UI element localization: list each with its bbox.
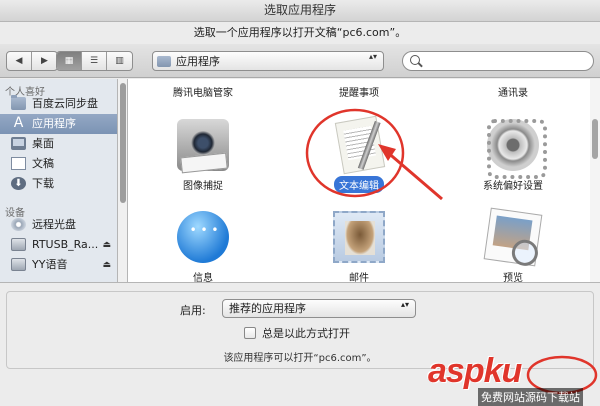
- enable-select[interactable]: 推荐的应用程序 ▴▾: [222, 299, 416, 318]
- sidebar-item-label: YY语音: [32, 258, 68, 271]
- sidebar-item-downloads[interactable]: ⬇ 下载: [0, 174, 117, 194]
- desktop-icon: [11, 137, 26, 150]
- search-icon: [410, 55, 420, 65]
- sidebar-item-label: 远程光盘: [32, 218, 76, 231]
- applications-icon: A: [13, 115, 24, 131]
- documents-icon: [11, 157, 26, 170]
- drive-icon: [11, 238, 26, 251]
- window-title: 选取应用程序: [0, 0, 600, 22]
- folder-icon: [11, 95, 26, 110]
- annotation-arrow-line: [385, 149, 443, 201]
- sidebar-scrollbar[interactable]: [118, 79, 128, 282]
- sidebar-item-yy[interactable]: YY语音 ⏏: [0, 255, 117, 275]
- downloads-icon: ⬇: [11, 177, 26, 190]
- sidebar: 个人喜好 百度云同步盘 A 应用程序 桌面 文稿 ⬇ 下载 设备 远程光盘 RT…: [0, 79, 118, 282]
- browser-scrollbar[interactable]: [590, 79, 600, 282]
- forward-button[interactable]: ▶: [32, 52, 57, 70]
- sidebar-item-label: 文稿: [32, 157, 54, 170]
- always-open-checkbox[interactable]: [244, 327, 256, 339]
- drive-icon: [11, 258, 26, 271]
- location-popup[interactable]: 应用程序 ▴▾: [152, 51, 384, 71]
- popup-arrows-icon: ▴▾: [400, 300, 409, 309]
- always-open-label: 总是以此方式打开: [262, 327, 350, 340]
- sidebar-item-baidu[interactable]: 百度云同步盘: [0, 94, 117, 114]
- app-browser: 腾讯电脑管家 提醒事项 通讯录 图像捕捉 文本编辑 系统偏好设置 信息 邮件 预…: [128, 79, 590, 282]
- eject-icon[interactable]: ⏏: [102, 235, 111, 255]
- sidebar-section-favorites: 个人喜好: [5, 87, 45, 98]
- popup-arrows-icon: ▴▾: [368, 52, 377, 61]
- enable-row: 启用: 推荐的应用程序 ▴▾: [0, 299, 600, 319]
- sidebar-item-label: RTUSB_Ra...: [32, 238, 99, 251]
- icon-view-button[interactable]: ▦: [57, 52, 82, 70]
- sidebar-item-desktop[interactable]: 桌面: [0, 134, 117, 154]
- nav-buttons: ◀ ▶: [6, 51, 58, 71]
- watermark-subtitle: 免费网站源码下载站: [478, 388, 583, 406]
- sidebar-item-rtusb[interactable]: RTUSB_Ra... ⏏: [0, 235, 117, 255]
- view-mode-buttons: ▦ ☰ ▥: [56, 51, 133, 71]
- list-view-button[interactable]: ☰: [82, 52, 107, 70]
- sidebar-item-label: 应用程序: [32, 117, 76, 130]
- watermark: aspku 免费网站源码下载站: [428, 352, 600, 406]
- annotation-overlay: [305, 108, 443, 201]
- sidebar-item-applications[interactable]: A 应用程序: [0, 114, 117, 134]
- column-view-button[interactable]: ▥: [107, 52, 132, 70]
- always-open-row: 总是以此方式打开: [244, 325, 350, 341]
- sidebar-item-label: 百度云同步盘: [32, 97, 98, 110]
- sidebar-item-remote-disc[interactable]: 远程光盘: [0, 215, 117, 235]
- sidebar-item-documents[interactable]: 文稿: [0, 154, 117, 174]
- folder-icon: [157, 55, 171, 67]
- scroll-thumb[interactable]: [592, 119, 598, 159]
- sidebar-item-label: 桌面: [32, 137, 54, 150]
- sidebar-item-label: 下载: [32, 177, 54, 190]
- sidebar-section-devices: 设备: [5, 208, 25, 219]
- disc-icon: [11, 218, 26, 231]
- enable-value: 推荐的应用程序: [229, 302, 306, 315]
- prompt-text: 选取一个应用程序以打开文稿“pc6.com”。: [193, 26, 407, 39]
- search-input[interactable]: [402, 51, 594, 71]
- back-button[interactable]: ◀: [7, 52, 32, 70]
- enable-label: 启用:: [180, 304, 206, 317]
- scroll-thumb[interactable]: [120, 83, 126, 203]
- location-label: 应用程序: [176, 55, 220, 68]
- toolbar: ◀ ▶ ▦ ☰ ▥ 应用程序 ▴▾: [0, 44, 600, 78]
- watermark-logo: aspku: [428, 352, 522, 390]
- eject-icon[interactable]: ⏏: [102, 255, 111, 275]
